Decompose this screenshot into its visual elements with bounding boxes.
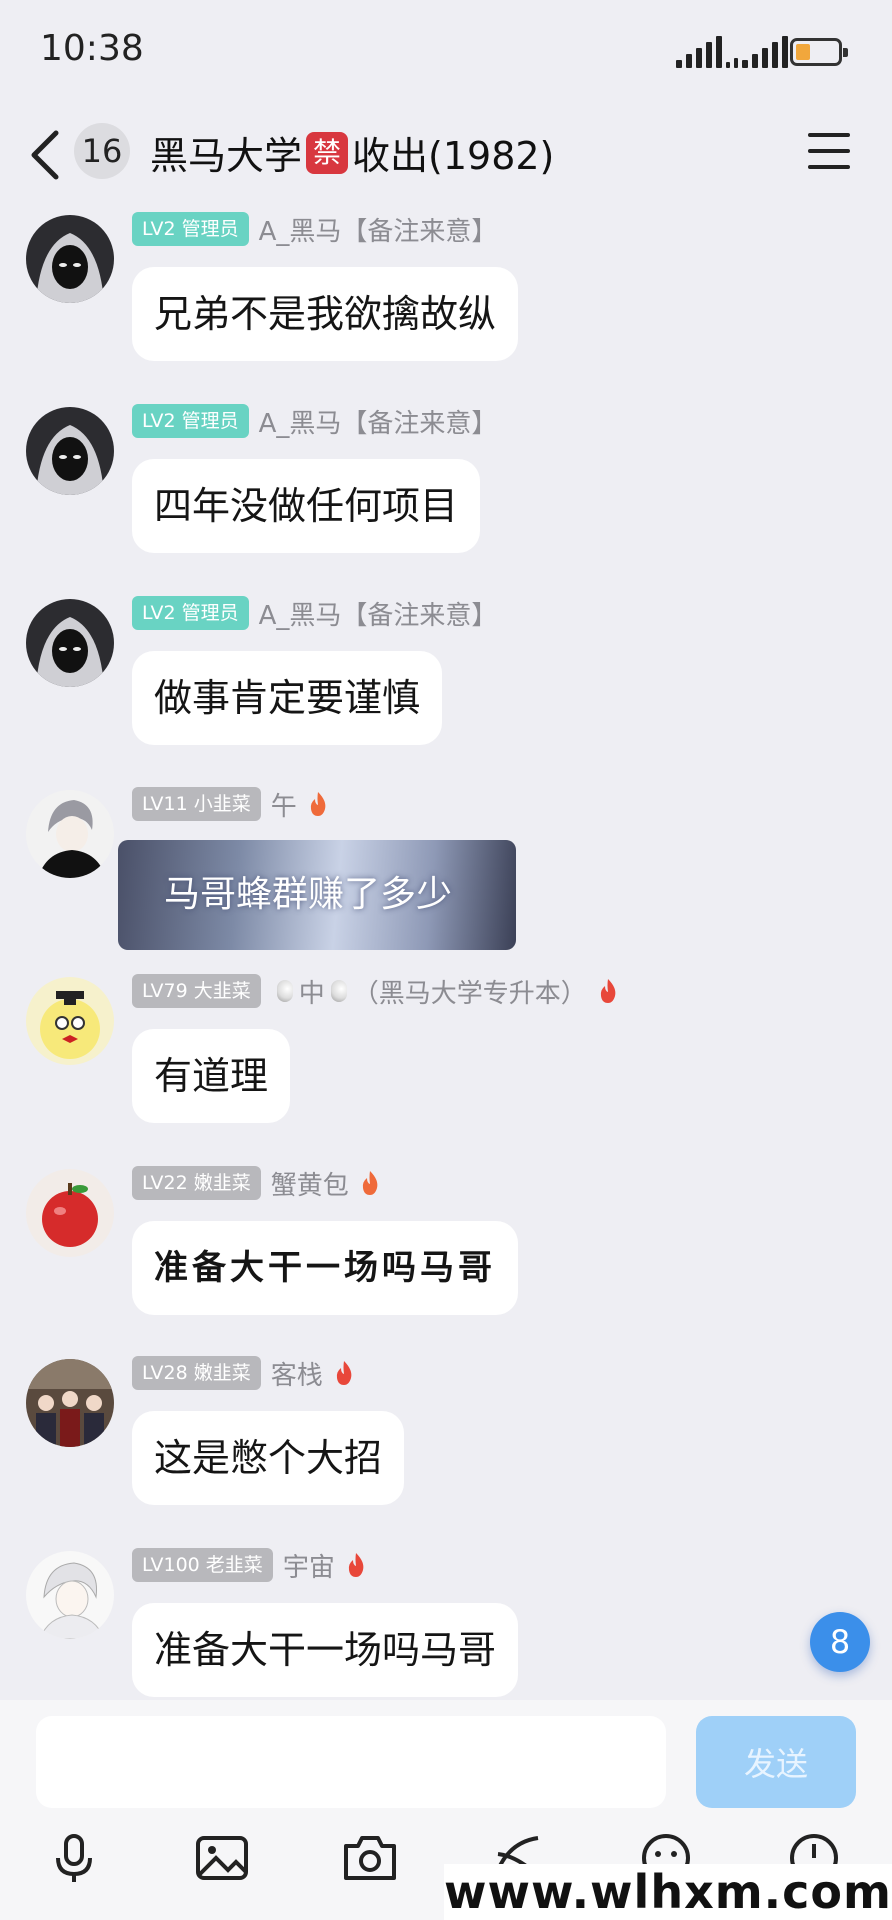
level-tag: LV100 老韭菜 (132, 1548, 273, 1582)
fire-icon (348, 1553, 364, 1577)
avatar[interactable] (26, 1359, 114, 1447)
message-meta: LV28 嫩韭菜 客栈 (132, 1355, 355, 1391)
level-tag: LV2 管理员 (132, 404, 249, 438)
message-bubble[interactable]: 四年没做任何项目 (132, 459, 481, 553)
avatar[interactable] (26, 599, 114, 687)
message-bubble[interactable]: 马哥蜂群赚了多少 (118, 840, 516, 950)
message-meta: LV79 大韭菜 中 （黑马大学专升本） (132, 973, 619, 1009)
message-meta: LV2 管理员 A_黑马【备注来意】 (132, 595, 497, 631)
moon-icon (276, 980, 293, 1002)
level-tag: LV2 管理员 (132, 212, 249, 246)
sender-name[interactable]: 宇宙 (283, 1547, 335, 1584)
new-message-badge[interactable]: 8 (810, 1612, 870, 1672)
chat-header: 16 黑马大学 禁 收出(1982) (0, 105, 892, 205)
image-icon[interactable] (194, 1830, 250, 1886)
message-meta: LV2 管理员 A_黑马【备注来意】 (132, 211, 497, 247)
back-button[interactable] (26, 125, 66, 185)
message-meta: LV100 老韭菜 宇宙 (132, 1547, 367, 1583)
avatar[interactable] (26, 977, 114, 1065)
level-tag: LV79 大韭菜 (132, 974, 261, 1008)
sender-name[interactable]: 中 (299, 973, 325, 1010)
moon-icon (330, 980, 347, 1002)
message-input[interactable] (36, 1716, 666, 1808)
group-name-part1: 黑马大学 (150, 134, 303, 178)
sender-name[interactable]: 午 (271, 786, 297, 823)
menu-icon (808, 133, 850, 169)
avatar[interactable] (26, 407, 114, 495)
level-tag: LV2 管理员 (132, 596, 249, 630)
sender-name[interactable]: 客栈 (271, 1355, 323, 1392)
watermark: www.wlhxm.com (444, 1864, 892, 1920)
back-icon (31, 130, 59, 180)
message-list[interactable]: LV2 管理员 A_黑马【备注来意】 兄弟不是我欲擒故纵 LV2 管理员 A_黑… (0, 205, 892, 1700)
level-tag: LV11 小韭菜 (132, 787, 261, 821)
signal-icon-2 (726, 36, 788, 68)
status-time: 10:38 (40, 28, 144, 69)
group-title[interactable]: 黑马大学 禁 收出(1982) (150, 125, 554, 180)
fire-icon (362, 1171, 378, 1195)
mic-icon[interactable] (46, 1830, 102, 1886)
fire-icon (600, 979, 616, 1003)
battery-icon (790, 38, 848, 66)
avatar[interactable] (26, 790, 114, 878)
status-bar: 10:38 (0, 0, 892, 105)
sender-remark: （黑马大学专升本） (352, 978, 587, 1009)
message-bubble[interactable]: 做事肯定要谨慎 (132, 651, 443, 745)
sender-name[interactable]: A_黑马【备注来意】 (259, 211, 498, 248)
avatar[interactable] (26, 1169, 114, 1257)
signal-icon (676, 36, 722, 68)
message-bubble[interactable]: 准备大干一场吗马哥 (132, 1603, 519, 1697)
sender-name[interactable]: 蟹黄包 (271, 1165, 349, 1202)
fire-icon (336, 1361, 352, 1385)
sender-name[interactable]: A_黑马【备注来意】 (259, 403, 498, 440)
message-bubble[interactable]: 兄弟不是我欲擒故纵 (132, 267, 519, 361)
camera-icon[interactable] (342, 1830, 398, 1886)
send-button[interactable]: 发送 (696, 1716, 856, 1808)
sender-name[interactable]: A_黑马【备注来意】 (259, 595, 498, 632)
level-tag: LV22 嫩韭菜 (132, 1166, 261, 1200)
level-tag: LV28 嫩韭菜 (132, 1356, 261, 1390)
avatar[interactable] (26, 1551, 114, 1639)
fire-icon (310, 792, 326, 816)
avatar[interactable] (26, 215, 114, 303)
unread-count-badge[interactable]: 16 (74, 123, 130, 179)
message-bubble[interactable]: 这是憋个大招 (132, 1411, 405, 1505)
message-bubble[interactable]: 准备大干一场吗马哥 (132, 1221, 518, 1315)
ban-badge: 禁 (306, 131, 349, 174)
message-meta: LV11 小韭菜 午 (132, 786, 329, 822)
message-meta: LV22 嫩韭菜 蟹黄包 (132, 1165, 381, 1201)
menu-button[interactable] (808, 133, 850, 169)
message-meta: LV2 管理员 A_黑马【备注来意】 (132, 403, 497, 439)
group-name-part2: 收出(1982) (352, 134, 555, 178)
message-bubble[interactable]: 有道理 (132, 1029, 291, 1123)
